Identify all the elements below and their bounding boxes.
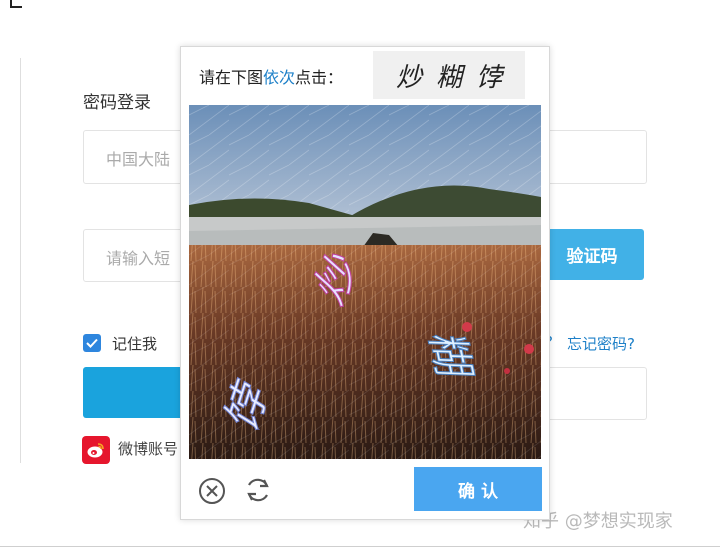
weibo-logo-icon [87, 443, 104, 458]
login-button[interactable] [83, 367, 180, 418]
captcha-target-char-2: 糊 [435, 62, 462, 93]
forgot-password-link[interactable]: 忘记密码? [567, 333, 635, 354]
weibo-login-label: 微博账号 [118, 440, 179, 458]
alternate-login-button[interactable] [548, 367, 647, 420]
captcha-target-characters: 炒 糊 饽 [373, 51, 525, 99]
captcha-dialog: 请在下图依次点击： 炒 糊 饽 炒 糊 饽 确 认 [180, 46, 550, 520]
close-circle-icon [199, 478, 225, 504]
captcha-target-char-1: 炒 [395, 62, 422, 93]
refresh-icon [247, 478, 269, 502]
captcha-prompt-prefix: 请在下图 [199, 68, 264, 87]
captcha-prompt: 请在下图依次点击： [199, 64, 343, 88]
top-corner-mark [10, 0, 22, 8]
phone-input-placeholder: 中国大陆 [106, 150, 171, 169]
panel-divider [20, 58, 21, 463]
captcha-refresh-button[interactable] [243, 475, 273, 509]
captcha-close-button[interactable] [198, 477, 226, 509]
remember-me-checkbox[interactable] [83, 334, 101, 352]
captcha-image[interactable]: 炒 糊 饽 [189, 105, 541, 459]
captcha-prompt-highlight: 依次 [263, 68, 296, 87]
captcha-target-char-3: 饽 [476, 62, 503, 93]
page-bottom-divider [0, 546, 720, 547]
get-sms-code-button[interactable]: 验证码 [540, 229, 644, 280]
weibo-icon[interactable] [82, 436, 110, 464]
checkmark-icon [86, 338, 98, 348]
login-panel-title: 密码登录 [83, 93, 151, 113]
captcha-landscape-image: 炒 糊 饽 [189, 105, 541, 459]
remember-me-label: 记住我 [112, 335, 158, 353]
captcha-confirm-button[interactable]: 确 认 [414, 467, 542, 511]
sms-code-placeholder: 请输入短 [106, 249, 171, 268]
captcha-prompt-suffix: 点击： [295, 68, 344, 87]
